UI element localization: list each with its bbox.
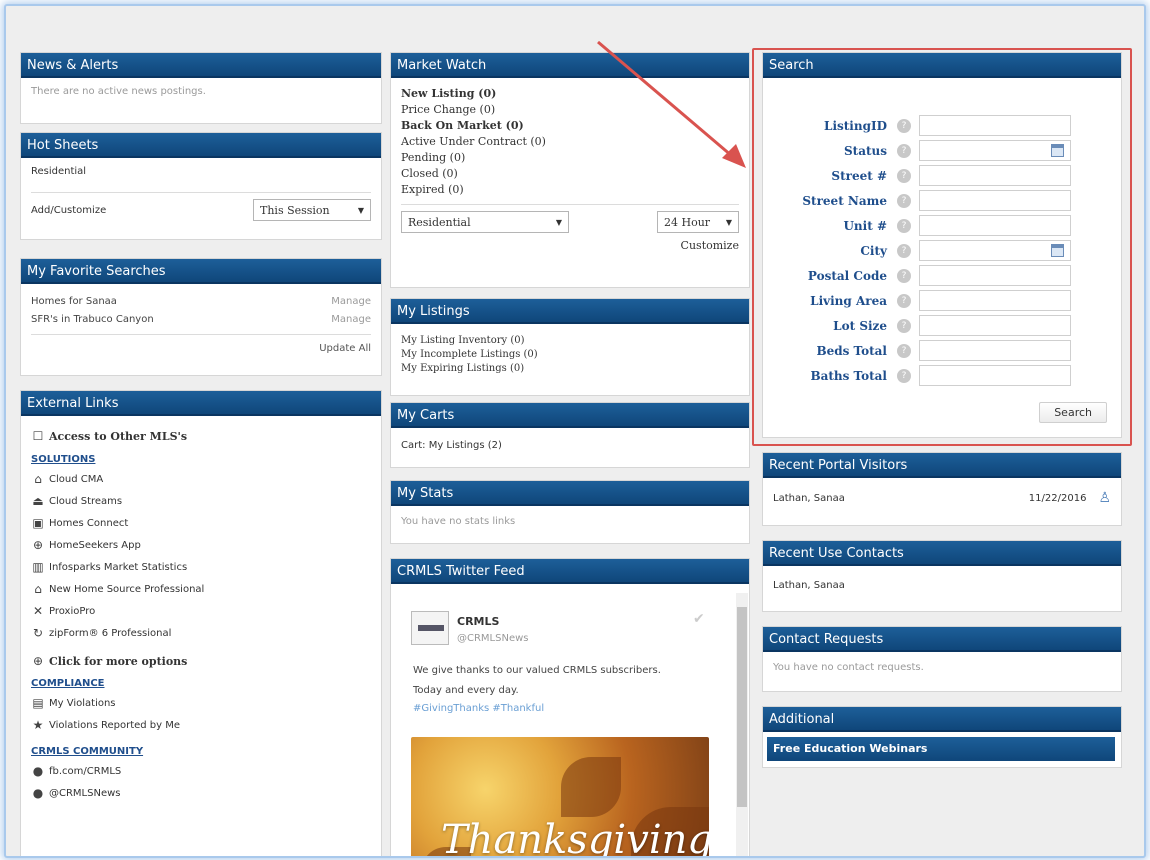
annotation-arrow bbox=[597, 40, 746, 168]
app-frame: News & Alerts There are no active news p… bbox=[4, 4, 1146, 858]
